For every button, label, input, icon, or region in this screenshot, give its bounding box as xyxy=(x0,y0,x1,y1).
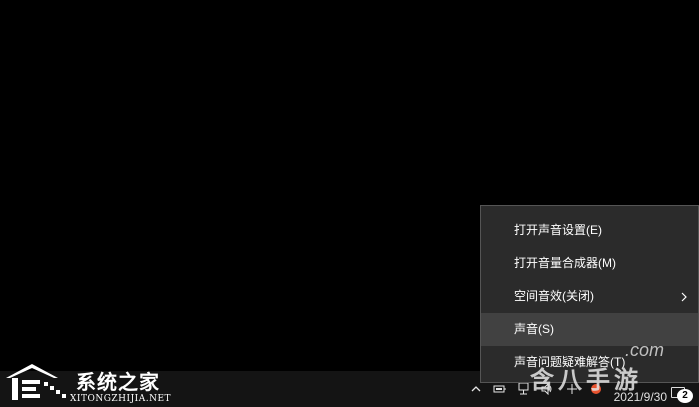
menu-item-open-volume-mixer[interactable]: 打开音量合成器(M) xyxy=(481,247,698,280)
house-logo-icon xyxy=(6,364,66,400)
menu-item-open-sound-settings[interactable]: 打开声音设置(E) xyxy=(481,214,698,247)
watermark-logo-left: 系统之家 XITONGZHIJIA.NET xyxy=(2,358,192,407)
menu-item-label: 声音(S) xyxy=(514,322,554,336)
menu-item-label: 打开音量合成器(M) xyxy=(514,256,616,270)
watermark-logo-right: .com 含八手游 xyxy=(510,340,695,394)
watermark-url: XITONGZHIJIA.NET xyxy=(70,394,172,404)
notification-count-badge: 2 xyxy=(677,389,693,403)
menu-item-spatial-sound[interactable]: 空间音效(关闭) xyxy=(481,280,698,313)
menu-item-label: 空间音效(关闭) xyxy=(514,289,594,303)
watermark-com: .com xyxy=(625,340,665,360)
menu-item-label: 打开声音设置(E) xyxy=(514,223,602,237)
watermark-brand: 含八手游 xyxy=(530,367,642,394)
watermark-title: 系统之家 xyxy=(76,372,160,394)
chevron-right-icon xyxy=(680,280,688,313)
